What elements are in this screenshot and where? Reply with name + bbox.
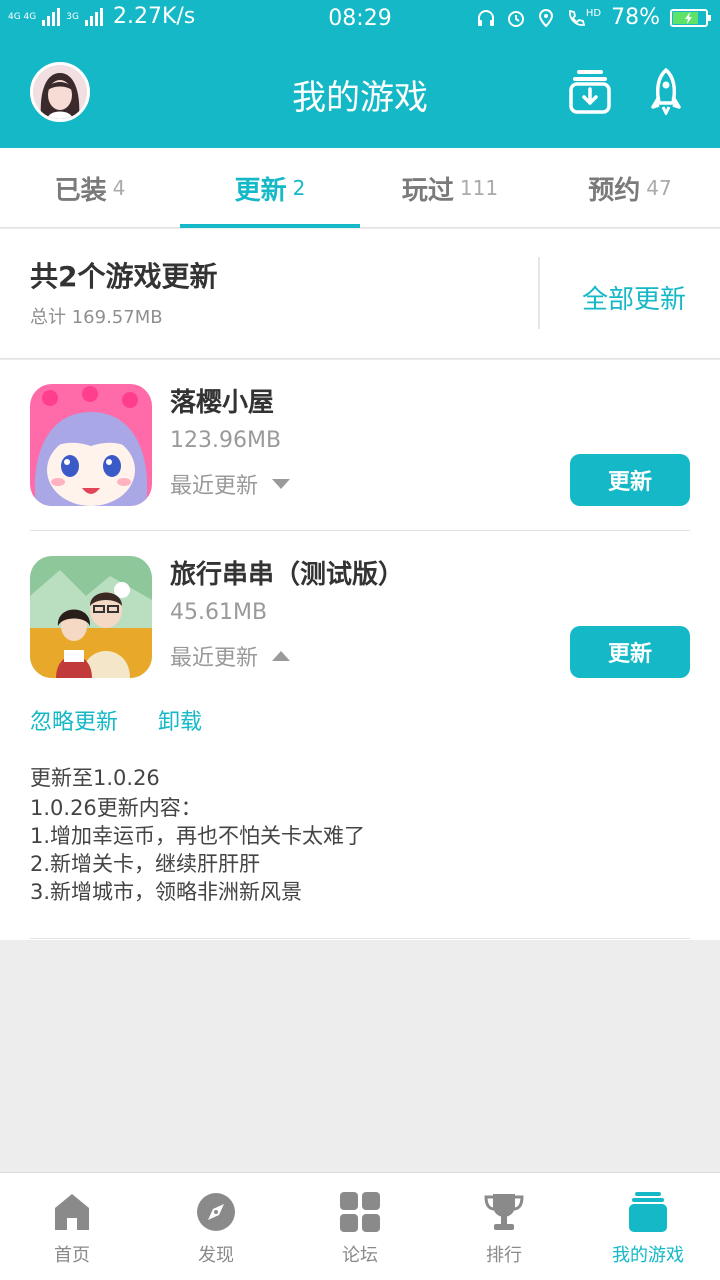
rocket-icon (651, 68, 681, 115)
my-games-icon (628, 1191, 668, 1233)
speedup-button[interactable] (644, 66, 688, 116)
game-item[interactable]: 落樱小屋 123.96MB 最近更新 更新 (30, 360, 690, 530)
tab-updates[interactable]: 更新 2 (180, 148, 360, 228)
compass-icon (196, 1191, 236, 1233)
update-notes-line: 1.0.26更新内容： (30, 796, 202, 820)
trophy-icon (484, 1191, 524, 1233)
nav-ranking[interactable]: 排行 (432, 1173, 576, 1280)
battery-icon (670, 8, 711, 27)
location-icon (538, 8, 553, 27)
nav-label: 排行 (486, 1245, 522, 1266)
status-left: 4G 4G 3G 2.27K/s (8, 4, 195, 29)
nav-forum[interactable]: 论坛 (288, 1173, 432, 1280)
game-icon-image (30, 556, 152, 678)
tab-label: 已装 (54, 175, 107, 206)
caret-up-icon (272, 651, 291, 661)
update-notes-line: 1.增加幸运币，再也不怕关卡太难了 (30, 824, 366, 848)
item-divider (30, 530, 690, 531)
signal-icon-2 (84, 7, 103, 26)
recent-update-toggle[interactable]: 最近更新 (170, 640, 291, 672)
recent-update-label: 最近更新 (170, 474, 259, 499)
charging-icon (685, 11, 692, 24)
tab-count: 111 (459, 176, 499, 200)
update-count-title: 共2个游戏更新 (30, 260, 218, 293)
game-name: 旅行串串（测试版） (170, 560, 405, 590)
hd-call-icon: HD (566, 8, 601, 28)
update-total-size: 总计 169.57MB (30, 307, 163, 328)
update-notes-line: 2.新增关卡，继续肝肝肝 (30, 852, 261, 876)
tab-reserved[interactable]: 预约 47 (540, 148, 720, 228)
download-box-icon (569, 70, 611, 114)
update-summary: 共2个游戏更新 总计 169.57MB 全部更新 (0, 229, 720, 359)
tab-label: 预约 (588, 175, 641, 206)
battery-percent: 78% (611, 5, 660, 30)
home-icon (52, 1191, 92, 1233)
game-icon[interactable] (30, 384, 152, 506)
app-header: 4G 4G 3G 2.27K/s 08:29 HD 78% 我的游戏 (0, 0, 720, 148)
tab-bar: 已装 4 更新 2 玩过 111 预约 47 (0, 148, 720, 228)
tab-count: 4 (112, 176, 126, 200)
tab-label: 更新 (234, 175, 287, 206)
headphones-icon (477, 9, 494, 26)
nav-label: 发现 (198, 1245, 234, 1266)
download-manager-button[interactable] (568, 66, 612, 116)
game-size: 123.96MB (170, 428, 282, 453)
nav-label: 首页 (54, 1245, 90, 1266)
page-title: 我的游戏 (292, 78, 428, 118)
uninstall-link[interactable]: 卸载 (158, 704, 202, 736)
game-name: 落樱小屋 (170, 388, 275, 418)
update-button[interactable]: 更新 (570, 454, 690, 506)
tab-installed[interactable]: 已装 4 (0, 148, 180, 228)
update-all-button[interactable]: 全部更新 (582, 279, 686, 316)
recent-update-toggle[interactable]: 最近更新 (170, 468, 291, 500)
update-list: 落樱小屋 123.96MB 最近更新 更新 旅行串串（测试版） 45.61MB … (0, 360, 720, 940)
tab-label: 玩过 (401, 175, 454, 206)
status-right: HD 78% (476, 5, 711, 30)
user-avatar[interactable] (30, 62, 90, 122)
game-icon[interactable] (30, 556, 152, 678)
nav-home[interactable]: 首页 (0, 1173, 144, 1280)
network-speed: 2.27K/s (112, 4, 196, 29)
update-notes: 更新至1.0.26 1.0.26更新内容： 1.增加幸运币，再也不怕关卡太难了 … (30, 764, 365, 906)
summary-divider (538, 257, 540, 329)
nav-my-games[interactable]: 我的游戏 (576, 1173, 720, 1280)
expanded-actions: 忽略更新 卸载 (30, 704, 202, 736)
tab-count: 2 (292, 176, 306, 200)
network-type-label: 4G 4G (8, 11, 37, 22)
update-button[interactable]: 更新 (570, 626, 690, 678)
nav-label: 论坛 (342, 1245, 378, 1266)
grid-icon (340, 1191, 380, 1233)
status-bar: 4G 4G 3G 2.27K/s 08:29 HD 78% (0, 0, 720, 38)
alarm-icon (507, 10, 524, 27)
avatar-image (33, 65, 87, 119)
nav-discover[interactable]: 发现 (144, 1173, 288, 1280)
item-divider (30, 938, 690, 939)
tab-count: 47 (646, 176, 672, 200)
hd-label: HD (585, 7, 602, 19)
update-notes-line: 3.新增城市，领略非洲新风景 (30, 880, 303, 904)
game-item[interactable]: 旅行串串（测试版） 45.61MB 最近更新 更新 (30, 532, 690, 702)
tab-played[interactable]: 玩过 111 (360, 148, 540, 228)
recent-update-label: 最近更新 (170, 646, 259, 671)
nav-label: 我的游戏 (612, 1245, 684, 1266)
game-icon-image (30, 384, 152, 506)
caret-down-icon (272, 479, 291, 489)
ignore-update-link[interactable]: 忽略更新 (30, 704, 118, 736)
signal-icon (42, 7, 61, 26)
bottom-nav: 首页 发现 论坛 排行 我的游戏 (0, 1172, 720, 1280)
game-size: 45.61MB (170, 600, 268, 625)
update-version: 更新至1.0.26 (30, 766, 160, 790)
network-type-label-2: 3G (66, 11, 79, 22)
